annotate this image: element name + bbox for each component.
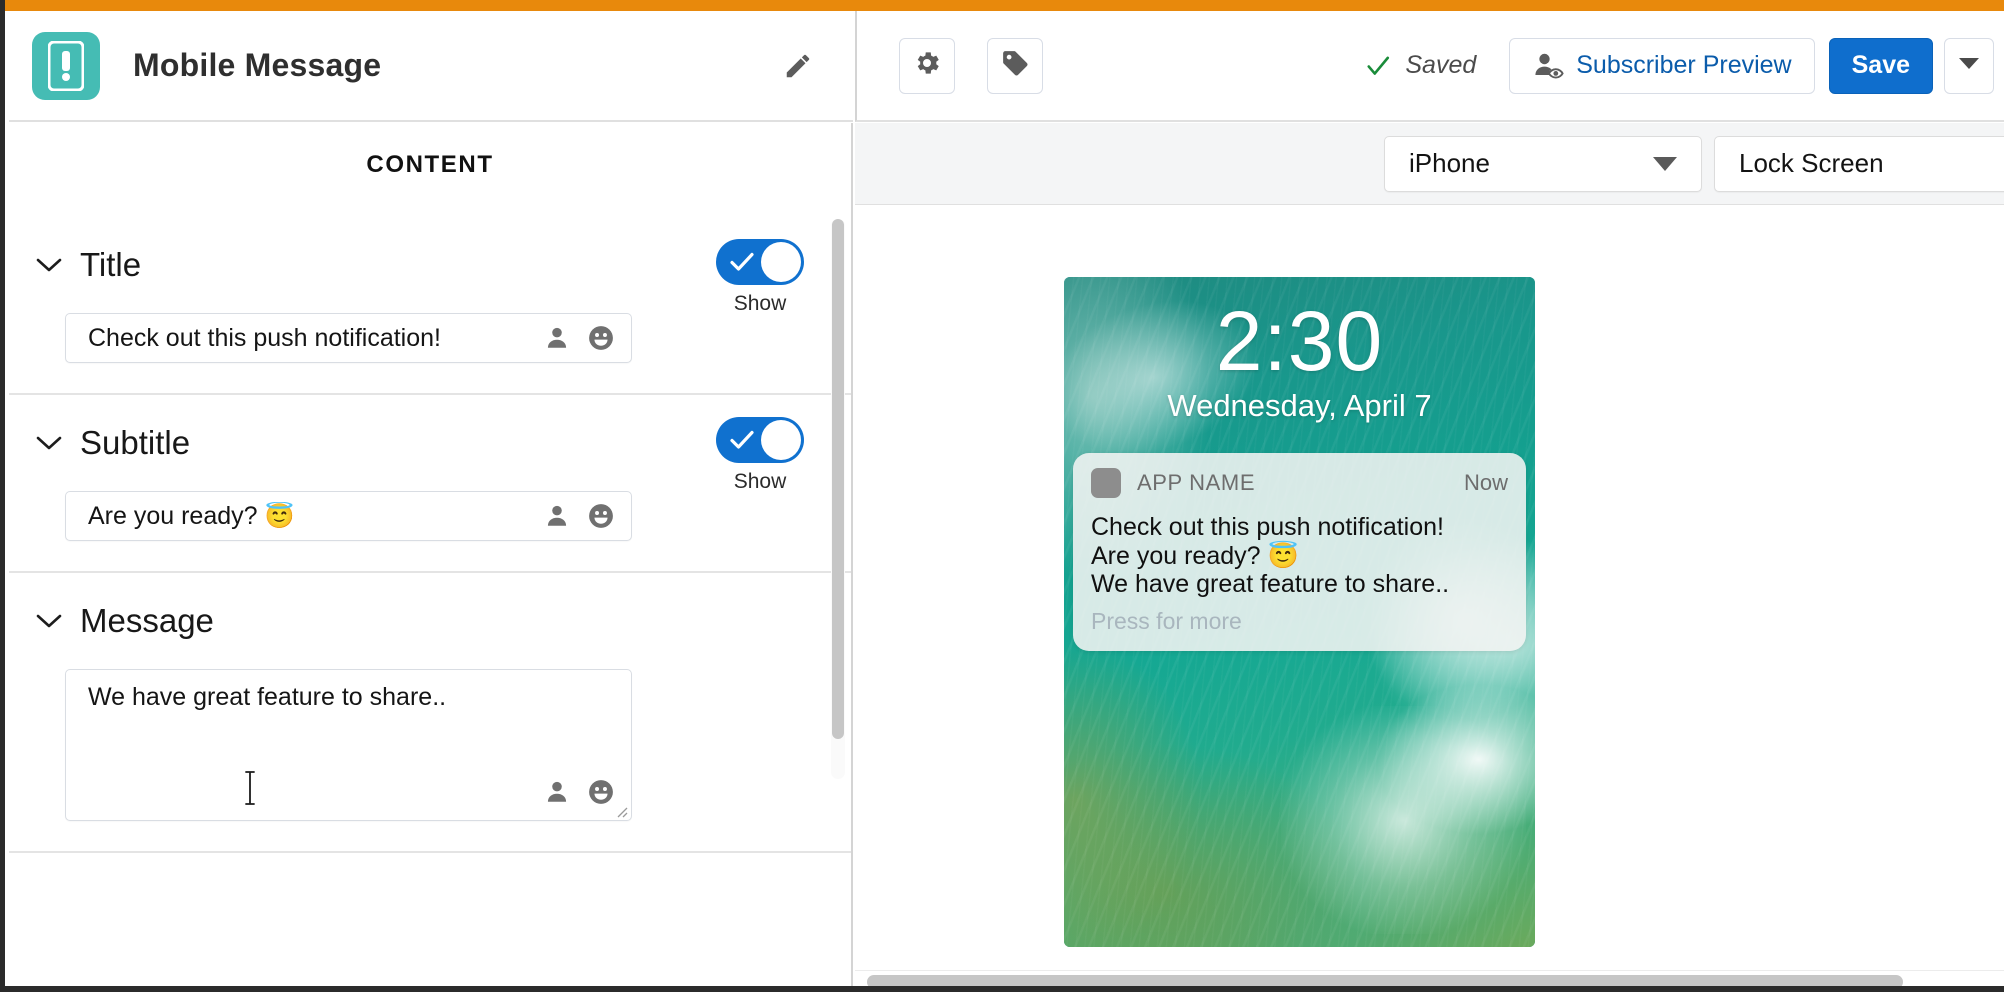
message-field-icons <box>543 778 615 806</box>
device-selector-bar: iPhone Lock Screen <box>855 123 2004 205</box>
subtitle-field-row: Are you ready? 😇 <box>9 491 851 571</box>
content-panel: CONTENT Title Show Check out this push n… <box>9 123 853 992</box>
section-title: Title Show Check out this push notificat… <box>9 217 851 395</box>
section-subtitle: Subtitle Show Are you ready? 😇 <box>9 395 851 573</box>
subscriber-preview-button[interactable]: Subscriber Preview <box>1509 37 1815 94</box>
caret-down-icon <box>1653 156 1677 171</box>
content-vertical-scrollbar[interactable] <box>831 219 845 779</box>
toggle-label: Show <box>733 292 787 315</box>
subtitle-input[interactable]: Are you ready? 😇 <box>65 491 632 541</box>
subtitle-input-text: Are you ready? <box>88 501 265 530</box>
angel-emoji: 😇 <box>264 502 295 530</box>
save-menu-button[interactable] <box>1944 37 1994 94</box>
person-eye-icon <box>1532 51 1564 81</box>
check-icon <box>1364 52 1392 80</box>
app-icon-placeholder <box>1091 468 1121 498</box>
person-icon[interactable] <box>543 502 571 530</box>
content-sections: Title Show Check out this push notificat… <box>9 217 851 992</box>
notification-title-line: Check out this push notification! <box>1091 513 1444 541</box>
notification-timestamp: Now <box>1463 470 1508 495</box>
check-icon <box>729 429 755 451</box>
tag-icon <box>1000 48 1030 83</box>
top-accent-bar <box>0 0 2004 11</box>
section-label: Subtitle <box>80 424 191 461</box>
section-message-header[interactable]: Message <box>9 573 851 669</box>
save-button[interactable]: Save <box>1828 37 1933 94</box>
lock-screen-time: 2:30 <box>1215 294 1384 388</box>
chevron-down-icon[interactable] <box>34 250 64 280</box>
subtitle-show-toggle[interactable]: Show <box>716 417 804 494</box>
page-title: Mobile Message <box>133 47 382 83</box>
resize-grip-icon[interactable] <box>614 804 628 818</box>
message-field-row: We have great feature to share.. <box>9 669 851 851</box>
check-icon <box>729 251 755 273</box>
toggle-knob <box>761 242 801 282</box>
screen-select-value: Lock Screen <box>1739 148 1884 178</box>
toggle-label: Show <box>733 470 787 493</box>
section-message: Message We have great feature to share.. <box>9 573 851 853</box>
app-header: Mobile Message <box>9 11 853 122</box>
message-textarea[interactable]: We have great feature to share.. <box>65 669 632 821</box>
subtitle-input-value: Are you ready? 😇 <box>66 502 294 531</box>
phone-preview: 2:30 Wednesday, April 7 APP NAME Now Che… <box>1064 277 1535 947</box>
wallpaper-foam-bottom <box>1280 705 1526 934</box>
settings-button[interactable] <box>899 37 955 94</box>
text-cursor-icon <box>244 770 256 806</box>
title-show-toggle[interactable]: Show <box>716 239 804 316</box>
notification-card[interactable]: APP NAME Now Check out this push notific… <box>1073 453 1526 651</box>
notification-footer: Press for more <box>1091 607 1242 634</box>
emoji-icon[interactable] <box>587 324 615 352</box>
lock-screen-clock: 2:30 Wednesday, April 7 <box>1064 294 1535 424</box>
notification-app-name: APP NAME <box>1137 470 1256 495</box>
toggle-track <box>716 417 804 463</box>
person-icon[interactable] <box>543 778 571 806</box>
content-heading: CONTENT <box>366 151 494 178</box>
emoji-icon[interactable] <box>587 778 615 806</box>
mobile-message-editor: Mobile Message Saved Subscriber Preview … <box>0 0 2004 992</box>
screen-select[interactable]: Lock Screen <box>1714 135 2004 192</box>
mobile-message-icon <box>32 31 100 100</box>
notification-body: Check out this push notification! Are yo… <box>1073 507 1526 651</box>
save-status-label: Saved <box>1405 51 1477 79</box>
person-icon[interactable] <box>543 324 571 352</box>
device-select-value: iPhone <box>1409 148 1490 178</box>
preview-panel: iPhone Lock Screen 2:30 Wednesday, April… <box>855 123 2004 992</box>
notification-message-line: We have great feature to share.. <box>1091 570 1450 598</box>
subtitle-field-icons <box>543 502 615 530</box>
preview-stage: 2:30 Wednesday, April 7 APP NAME Now Che… <box>855 205 2004 992</box>
chevron-down-icon[interactable] <box>34 428 64 458</box>
emoji-icon[interactable] <box>587 502 615 530</box>
scrollbar-thumb[interactable] <box>832 219 844 739</box>
editor-toolbar: Saved Subscriber Preview Save <box>855 11 2004 122</box>
window-bottom-edge <box>0 986 2004 992</box>
title-input[interactable]: Check out this push notification! <box>65 313 632 363</box>
chevron-down-icon[interactable] <box>34 606 64 636</box>
subscriber-preview-label: Subscriber Preview <box>1576 51 1792 79</box>
lock-screen-date: Wednesday, April 7 <box>1167 387 1432 423</box>
save-status: Saved <box>1364 51 1476 80</box>
title-input-value: Check out this push notification! <box>88 323 441 352</box>
chevron-down-icon <box>1958 56 1980 75</box>
section-label: Title <box>80 246 142 283</box>
title-field-row: Check out this push notification! <box>9 313 851 393</box>
toggle-knob <box>761 420 801 460</box>
toggle-track <box>716 239 804 285</box>
message-textarea-value: We have great feature to share.. <box>88 683 447 711</box>
pencil-icon[interactable] <box>781 49 815 83</box>
title-field-icons <box>543 324 615 352</box>
device-select[interactable]: iPhone <box>1384 135 1702 192</box>
section-label: Message <box>80 602 214 639</box>
tag-button[interactable] <box>987 37 1043 94</box>
notification-subtitle-line: Are you ready? 😇 <box>1091 541 1299 570</box>
notification-header: APP NAME Now <box>1073 453 1526 507</box>
gear-icon <box>912 48 942 83</box>
